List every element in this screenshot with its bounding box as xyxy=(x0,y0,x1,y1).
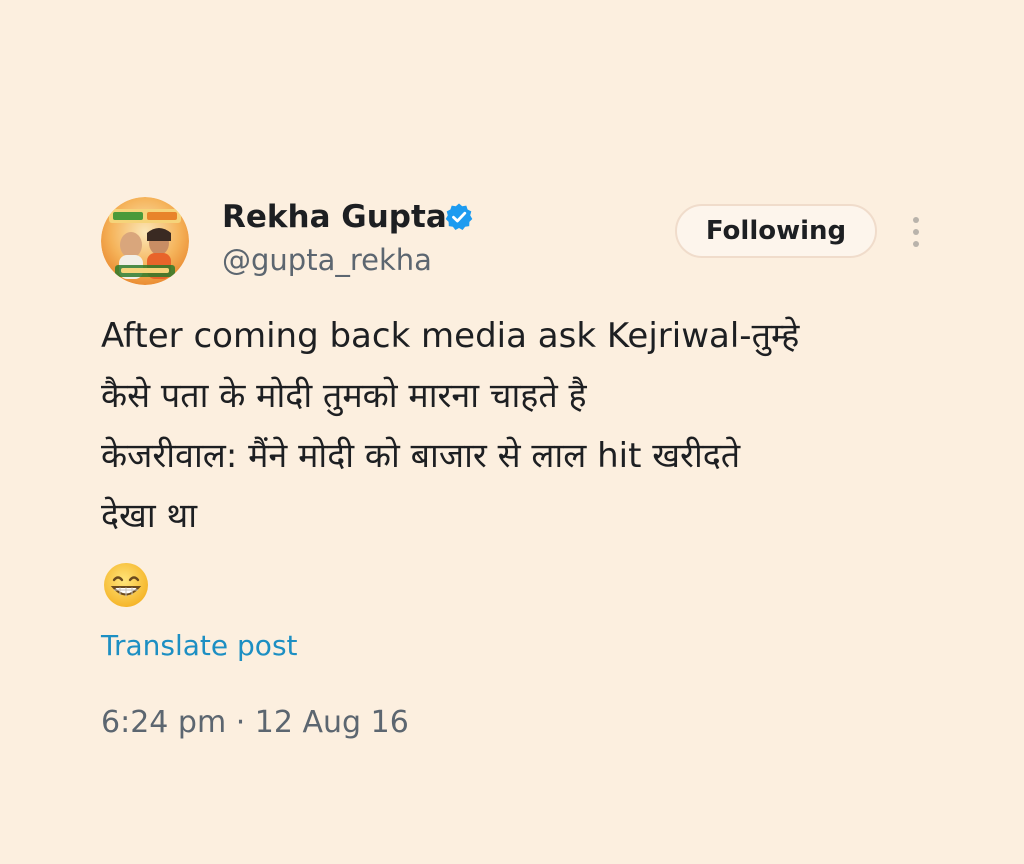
post-text-line: कैसे पता के मोदी तुमको मारना चाहते है xyxy=(101,376,587,416)
more-vertical-icon[interactable] xyxy=(904,212,928,252)
post-card: Rekha Gupta @gupta_rekha Following After… xyxy=(0,0,1024,864)
post-date[interactable]: 12 Aug 16 xyxy=(255,705,409,740)
profile-photo-icon xyxy=(101,197,189,285)
post-text-line: केजरीवाल: मैंने मोदी को बाजार से लाल hit… xyxy=(101,436,741,476)
post-timestamp: 6:24 pm · 12 Aug 16 xyxy=(101,703,409,743)
translate-post-link[interactable]: Translate post xyxy=(101,626,298,666)
timestamp-separator: · xyxy=(226,705,255,740)
author-handle[interactable]: @gupta_rekha xyxy=(222,241,432,279)
grinning-face-emoji-icon xyxy=(104,563,148,607)
author-avatar[interactable] xyxy=(101,197,189,285)
post-time[interactable]: 6:24 pm xyxy=(101,705,226,740)
post-text: After coming back media ask Kejriwal-तुम… xyxy=(101,306,931,546)
post-text-line: देखा था xyxy=(101,496,198,536)
author-display-name[interactable]: Rekha Gupta xyxy=(222,197,447,237)
post-text-line: After coming back media ask Kejriwal-तुम… xyxy=(101,316,800,356)
following-button[interactable]: Following xyxy=(675,204,877,258)
verified-badge-icon xyxy=(445,203,473,230)
